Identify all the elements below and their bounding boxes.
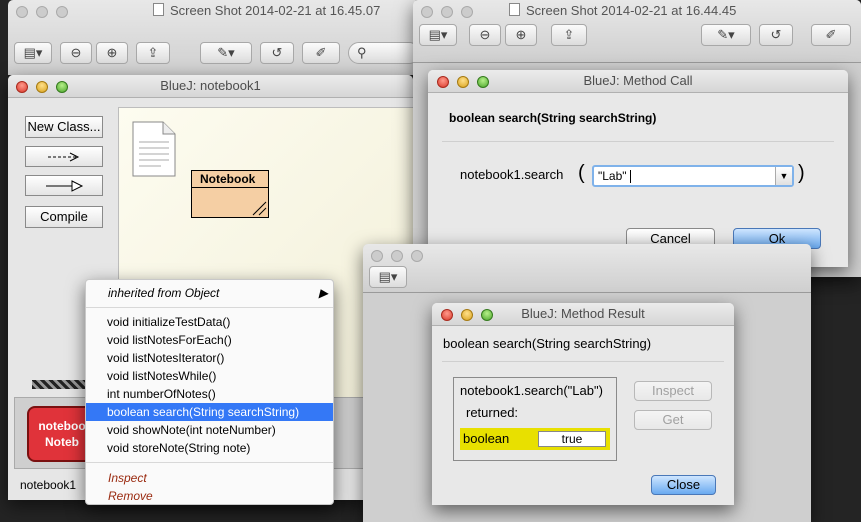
- menu-item-method[interactable]: void listNotesForEach(): [86, 331, 333, 349]
- window-title: BlueJ: Method Result: [521, 306, 645, 321]
- class-name: Notebook: [192, 171, 268, 188]
- close-button[interactable]: [437, 76, 449, 88]
- vm-activity-indicator: [32, 380, 92, 389]
- class-box-notebook[interactable]: Notebook: [191, 170, 269, 218]
- close-button[interactable]: [421, 6, 433, 18]
- menu-item-remove[interactable]: Remove: [108, 487, 153, 504]
- minimize-button[interactable]: [391, 250, 403, 262]
- sidebar-toggle-button[interactable]: ▤▾: [369, 266, 407, 288]
- minimize-button[interactable]: [461, 309, 473, 321]
- menu-item-method[interactable]: void listNotesWhile(): [86, 367, 333, 385]
- window-title: Screen Shot 2014-02-21 at 16.45.07: [153, 3, 380, 18]
- menu-item-method[interactable]: int numberOfNotes(): [86, 385, 333, 403]
- minimize-button[interactable]: [36, 81, 48, 93]
- menu-divider: [86, 462, 333, 463]
- zoom-in-button[interactable]: ⊕: [505, 24, 537, 46]
- parameter-input[interactable]: "Lab": [598, 169, 627, 183]
- annotate-button[interactable]: ✎▾: [701, 24, 751, 46]
- screenshot-viewer-window-1: Screen Shot 2014-02-21 at 16.45.07 ▤▾ ⊖ …: [8, 0, 420, 75]
- divider: [442, 361, 724, 362]
- share-button[interactable]: ⇪: [136, 42, 170, 64]
- minimize-button[interactable]: [457, 76, 469, 88]
- close-paren: ): [798, 162, 805, 184]
- close-button[interactable]: [441, 309, 453, 321]
- object-context-menu: inherited from Object ▶ void initializeT…: [85, 279, 334, 505]
- method-call-dialog: BlueJ: Method Call boolean search(String…: [428, 70, 848, 267]
- zoom-out-button[interactable]: ⊖: [60, 42, 92, 64]
- minimize-button[interactable]: [36, 6, 48, 18]
- search-field[interactable]: ⚲: [348, 42, 420, 64]
- close-button[interactable]: [16, 6, 28, 18]
- toolbar: [363, 244, 811, 293]
- menu-item-method[interactable]: void initializeTestData(): [86, 313, 333, 331]
- close-button[interactable]: [16, 81, 28, 93]
- returned-label: returned:: [466, 405, 519, 420]
- text-cursor: [630, 170, 631, 183]
- open-paren: (: [578, 162, 585, 184]
- titlebar: BlueJ: Method Result: [432, 303, 734, 326]
- zoom-in-button[interactable]: ⊕: [96, 42, 128, 64]
- edit-button[interactable]: ✐: [811, 24, 851, 46]
- rotate-button[interactable]: ↺: [759, 24, 793, 46]
- inheritance-arrow-icon: [46, 180, 84, 192]
- result-type: boolean: [463, 431, 510, 446]
- edit-button[interactable]: ✐: [302, 42, 340, 64]
- result-panel: notebook1.search("Lab") returned: boolea…: [453, 377, 617, 461]
- submenu-arrow-icon: ▶: [318, 286, 328, 300]
- result-row[interactable]: boolean true: [460, 428, 610, 450]
- share-button[interactable]: ⇪: [551, 24, 587, 46]
- readme-document-icon[interactable]: [131, 120, 179, 178]
- uses-arrow-button[interactable]: [25, 146, 103, 167]
- rotate-button[interactable]: ↺: [260, 42, 294, 64]
- divider: [442, 141, 834, 142]
- new-class-button[interactable]: New Class...: [25, 116, 103, 138]
- titlebar: BlueJ: Method Call: [428, 70, 848, 93]
- zoom-out-button[interactable]: ⊖: [469, 24, 501, 46]
- annotate-button[interactable]: ✎▾: [200, 42, 252, 64]
- window-title: BlueJ: notebook1: [160, 78, 261, 93]
- zoom-button[interactable]: [411, 250, 423, 262]
- get-button[interactable]: Get: [634, 410, 712, 430]
- zoom-button[interactable]: [477, 76, 489, 88]
- menu-item-method[interactable]: void storeNote(String note): [86, 439, 333, 457]
- document-icon: [153, 3, 164, 16]
- window-title: BlueJ: Method Call: [583, 73, 693, 88]
- dropdown-arrow-icon[interactable]: ▼: [775, 167, 792, 185]
- sidebar-toggle-button[interactable]: ▤▾: [419, 24, 457, 46]
- inspect-button[interactable]: Inspect: [634, 381, 712, 401]
- menu-item-method[interactable]: void listNotesIterator(): [86, 349, 333, 367]
- menu-item-inspect[interactable]: Inspect: [108, 469, 147, 487]
- document-icon: [509, 3, 520, 16]
- method-signature: boolean search(String searchString): [449, 111, 657, 125]
- titlebar: BlueJ: notebook1: [8, 75, 413, 98]
- result-value: true: [538, 431, 606, 447]
- result-call: notebook1.search("Lab"): [460, 383, 603, 398]
- sidebar-toggle-button[interactable]: ▤▾: [14, 42, 52, 64]
- zoom-button[interactable]: [56, 6, 68, 18]
- window-title: Screen Shot 2014-02-21 at 16.44.45: [509, 3, 736, 18]
- dashed-arrow-icon: [48, 152, 80, 162]
- zoom-button[interactable]: [461, 6, 473, 18]
- parameter-combo[interactable]: "Lab" ▼: [592, 165, 794, 187]
- close-button-dialog[interactable]: Close: [651, 475, 716, 495]
- close-button[interactable]: [371, 250, 383, 262]
- method-signature: boolean search(String searchString): [443, 336, 652, 351]
- inheritance-arrow-button[interactable]: [25, 175, 103, 196]
- method-result-dialog: BlueJ: Method Result boolean search(Stri…: [432, 303, 734, 505]
- menu-item-method[interactable]: boolean search(String searchString): [86, 403, 333, 421]
- zoom-button[interactable]: [481, 309, 493, 321]
- status-label: notebook1: [20, 478, 77, 492]
- menu-item-inherited[interactable]: inherited from Object ▶: [108, 284, 328, 302]
- menu-divider: [86, 307, 333, 308]
- minimize-button[interactable]: [441, 6, 453, 18]
- menu-item-method[interactable]: void showNote(int noteNumber): [86, 421, 333, 439]
- compile-button[interactable]: Compile: [25, 206, 103, 228]
- call-label: notebook1.search: [460, 167, 564, 182]
- zoom-button[interactable]: [56, 81, 68, 93]
- resize-hatch-icon: [252, 201, 267, 216]
